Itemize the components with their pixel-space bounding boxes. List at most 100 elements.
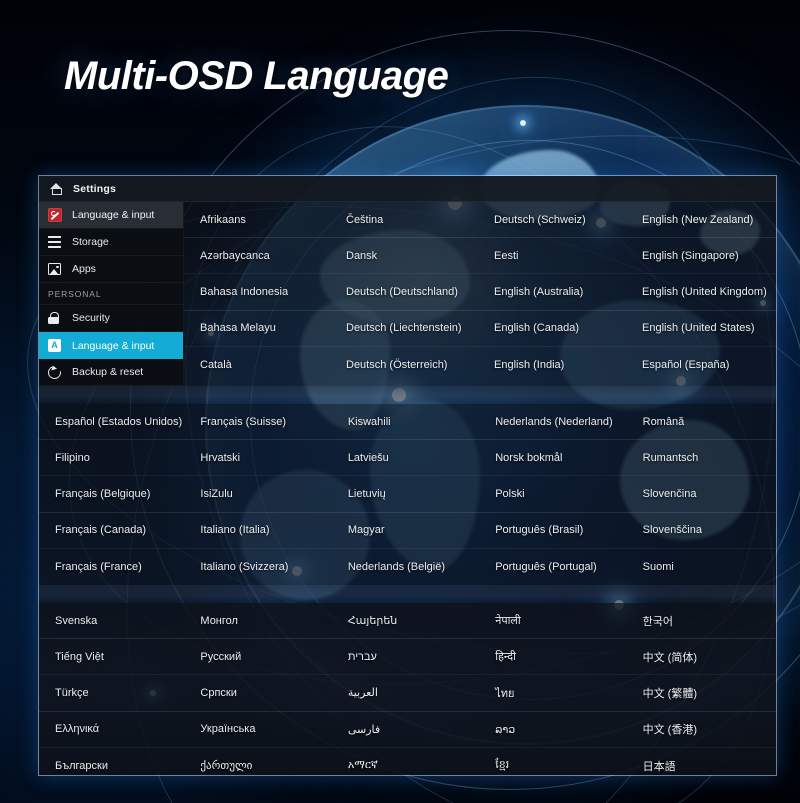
language-option[interactable]: 中文 (繁體) xyxy=(628,675,776,712)
language-option[interactable]: ไทย xyxy=(481,675,629,712)
language-option[interactable]: Dansk xyxy=(332,238,480,275)
language-option[interactable]: ខ្មែរ xyxy=(481,748,628,775)
sidebar-section-personal: PERSONAL xyxy=(39,283,183,305)
language-option[interactable]: Italiano (Italia) xyxy=(186,513,334,549)
language-option[interactable]: ქართული xyxy=(186,748,333,775)
language-option[interactable]: English (Australia) xyxy=(480,274,628,311)
sidebar-item-label: Backup & reset xyxy=(72,366,144,378)
language-option[interactable]: Deutsch (Schweiz) xyxy=(480,202,628,239)
language-option[interactable]: Magyar xyxy=(333,513,482,549)
language-grid-3: Svenska Tiếng Việt Türkçe Ελληνικά Бълга… xyxy=(39,603,776,775)
sidebar-item-backup-reset[interactable]: Backup & reset xyxy=(39,359,183,386)
settings-header-title: Settings xyxy=(73,182,117,195)
language-column: Հայերեն עברית العربية فارسی አማርኛ xyxy=(333,603,482,775)
language-option[interactable]: Polski xyxy=(481,476,629,513)
language-option[interactable]: हिन्दी xyxy=(481,639,629,676)
language-option[interactable]: English (Canada) xyxy=(480,311,628,347)
language-option[interactable]: 中文 (香港) xyxy=(628,712,776,748)
language-option[interactable]: IsiZulu xyxy=(186,476,334,513)
language-option[interactable]: नेपाली xyxy=(481,603,629,640)
language-option[interactable]: Հայերեն xyxy=(333,603,482,640)
language-option[interactable]: Français (Suisse) xyxy=(186,404,334,441)
language-option[interactable]: Azərbaycanca xyxy=(184,238,332,275)
language-option[interactable]: Filipino xyxy=(39,440,187,477)
language-option[interactable]: Afrikaans xyxy=(184,202,332,239)
language-option[interactable]: Kiswahili xyxy=(333,404,482,441)
language-option[interactable]: Rumantsch xyxy=(628,440,776,477)
block-separator xyxy=(39,386,776,404)
language-option[interactable]: Français (France) xyxy=(39,549,186,585)
language-column: Svenska Tiếng Việt Türkçe Ελληνικά Бълга… xyxy=(39,603,187,775)
language-column: 한국어 中文 (简体) 中文 (繁體) 中文 (香港) 日本語 xyxy=(628,603,776,775)
language-option[interactable]: Suomi xyxy=(629,549,776,585)
language-option[interactable]: English (New Zealand) xyxy=(628,202,776,239)
language-option[interactable]: ລາວ xyxy=(481,712,629,748)
language-option[interactable]: Français (Belgique) xyxy=(39,476,187,513)
language-option[interactable]: English (India) xyxy=(480,347,628,383)
language-option[interactable]: Hrvatski xyxy=(186,440,334,477)
language-option[interactable]: 한국어 xyxy=(628,603,776,640)
sidebar-item-apps[interactable]: Apps xyxy=(39,256,183,283)
language-option[interactable]: 中文 (简体) xyxy=(628,639,776,676)
language-option[interactable]: Deutsch (Deutschland) xyxy=(332,274,480,311)
language-option[interactable]: 日本語 xyxy=(629,748,776,775)
settings-panel: Settings Language & input Storage Apps P… xyxy=(38,175,777,776)
screenshot-frame: Multi-OSD Language Settings Language & i… xyxy=(0,0,800,803)
language-grid-2: Español (Estados Unidos) Filipino França… xyxy=(39,404,776,585)
language-column: Deutsch (Schweiz) Eesti English (Austral… xyxy=(480,202,628,383)
language-option[interactable]: Български xyxy=(39,748,186,775)
language-option[interactable]: Español (España) xyxy=(628,347,776,383)
language-block-3: Svenska Tiếng Việt Türkçe Ελληνικά Бълга… xyxy=(39,602,776,775)
language-option[interactable]: Tiếng Việt xyxy=(39,639,187,676)
language-column: Kiswahili Latviešu Lietuvių Magyar Neder… xyxy=(333,404,482,585)
backup-restore-icon xyxy=(45,362,72,382)
home-icon[interactable] xyxy=(39,182,73,195)
language-option[interactable]: Français (Canada) xyxy=(39,513,187,549)
language-option[interactable]: Bahasa Indonesia xyxy=(184,274,332,311)
language-option[interactable]: English (United Kingdom) xyxy=(628,274,776,311)
language-option[interactable]: Русский xyxy=(186,639,334,676)
language-option[interactable]: Ελληνικά xyxy=(39,712,187,748)
language-option[interactable]: Türkçe xyxy=(39,675,187,712)
language-option[interactable]: Deutsch (Österreich) xyxy=(332,347,480,383)
language-option[interactable]: Nederlands (Nederland) xyxy=(481,404,629,441)
language-option[interactable]: Português (Portugal) xyxy=(481,549,628,585)
sidebar-item-language-input[interactable]: A Language & input xyxy=(39,332,183,359)
language-column: Čeština Dansk Deutsch (Deutschland) Deut… xyxy=(332,202,480,383)
language-column: Español (Estados Unidos) Filipino França… xyxy=(39,404,187,585)
language-option[interactable]: Eesti xyxy=(480,238,628,275)
language-option[interactable]: Nederlands (België) xyxy=(334,549,481,585)
language-option[interactable]: English (Singapore) xyxy=(628,238,776,275)
language-option[interactable]: Lietuvių xyxy=(333,476,482,513)
language-column: Română Rumantsch Slovenčina Slovenščina … xyxy=(628,404,776,585)
language-option[interactable]: Svenska xyxy=(39,603,187,640)
sidebar-item-storage[interactable]: Storage xyxy=(39,229,183,256)
language-option[interactable]: Català xyxy=(184,347,332,383)
language-option[interactable]: עברית xyxy=(333,639,482,676)
language-option[interactable]: Norsk bokmål xyxy=(481,440,629,477)
language-option[interactable]: Română xyxy=(628,404,776,441)
language-option[interactable]: Монгол xyxy=(186,603,334,640)
language-option[interactable]: Bahasa Melayu xyxy=(184,311,332,347)
language-column: Nederlands (Nederland) Norsk bokmål Pols… xyxy=(481,404,629,585)
language-option[interactable]: العربية xyxy=(333,675,482,712)
sidebar-item-security[interactable]: Security xyxy=(39,305,183,332)
language-option[interactable]: Čeština xyxy=(332,202,480,239)
language-option[interactable]: Српски xyxy=(186,675,334,712)
settings-header: Settings xyxy=(39,176,776,202)
language-column: नेपाली हिन्दी ไทย ລາວ ខ្មែរ xyxy=(481,603,629,775)
sidebar-item-label: Language & input xyxy=(72,339,155,352)
language-option[interactable]: Español (Estados Unidos) xyxy=(39,404,187,441)
breadcrumb[interactable]: Language & input xyxy=(39,202,183,229)
language-option[interactable]: Latviešu xyxy=(333,440,482,477)
language-option[interactable]: Slovenčina xyxy=(628,476,776,513)
settings-body: Language & input Storage Apps PERSONAL S… xyxy=(39,202,776,386)
language-option[interactable]: Deutsch (Liechtenstein) xyxy=(332,311,480,347)
language-option[interactable]: አማርኛ xyxy=(334,748,481,775)
language-option[interactable]: Українська xyxy=(186,712,334,748)
language-option[interactable]: Português (Brasil) xyxy=(481,513,629,549)
language-option[interactable]: Italiano (Svizzera) xyxy=(186,549,333,585)
language-option[interactable]: فارسی xyxy=(333,712,482,748)
language-option[interactable]: English (United States) xyxy=(628,311,776,347)
language-option[interactable]: Slovenščina xyxy=(628,513,776,549)
